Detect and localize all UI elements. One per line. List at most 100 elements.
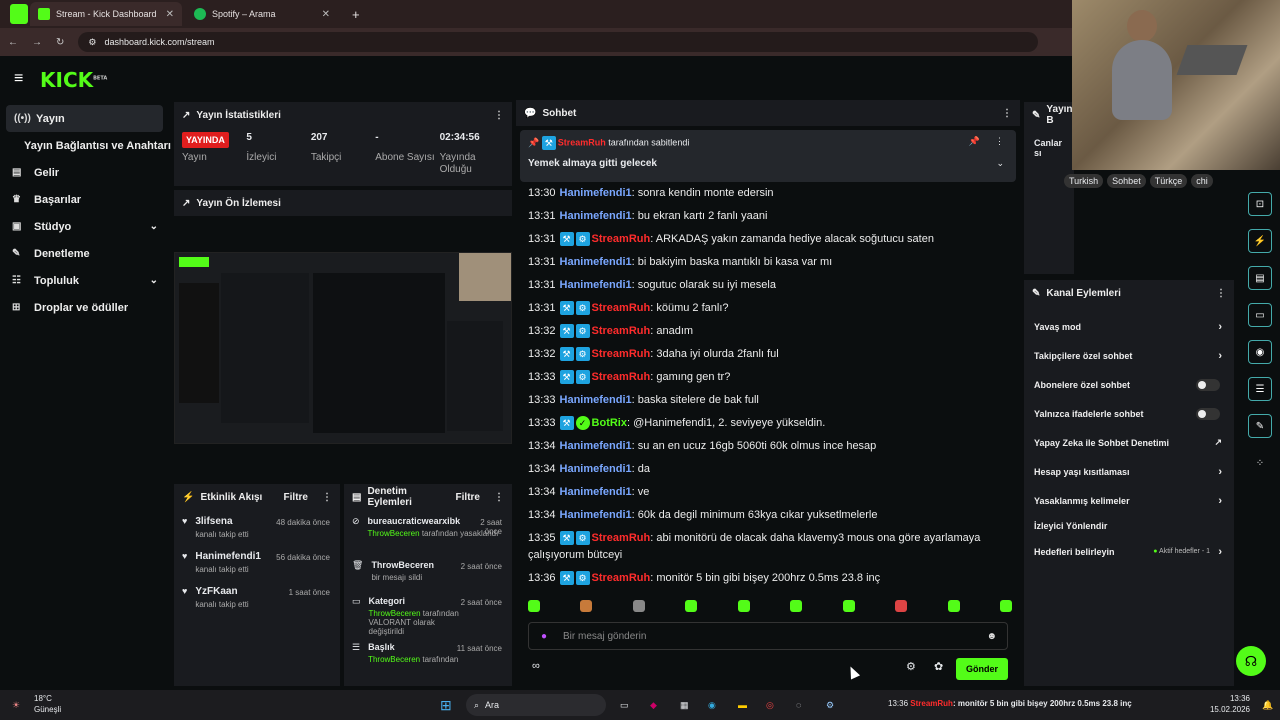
mod-actor[interactable]: ThrowBeceren [369, 609, 421, 618]
pin-action-icon[interactable]: 📌 [969, 136, 980, 147]
tag-chip[interactable]: Turkish [1064, 174, 1104, 188]
message-user[interactable]: StreamRuh [592, 348, 651, 360]
message-user[interactable]: StreamRuh [592, 233, 651, 245]
emoji-icon[interactable]: ☻ [986, 631, 997, 642]
store-icon[interactable]: ▦ [680, 700, 689, 711]
wrench-icon[interactable]: ✎ [1248, 414, 1272, 438]
task-view-icon[interactable]: ▭ [620, 700, 629, 711]
message-user[interactable]: StreamRuh [592, 371, 651, 383]
tag-chip[interactable]: Türkçe [1149, 174, 1188, 188]
pinned-by[interactable]: StreamRuh [558, 137, 606, 147]
taskbar-search[interactable]: ⌕ Ara [466, 694, 606, 716]
sidebar-item-gelir[interactable]: ▤ Gelir [0, 159, 172, 186]
message-user[interactable]: Hanimefendi1 [560, 279, 632, 291]
site-info-icon[interactable]: ⚙ [88, 37, 96, 48]
sidebar-item-basarilar[interactable]: ♛ Başarılar [0, 186, 172, 213]
message-user[interactable]: Hanimefendi1 [560, 463, 632, 475]
message-user[interactable]: Hanimefendi1 [560, 187, 632, 199]
more-options-icon[interactable]: ⋮ [322, 492, 332, 503]
stream-preview-video[interactable] [174, 252, 512, 444]
copilot-icon[interactable]: ◆ [650, 700, 657, 711]
mic-icon[interactable]: ● [541, 631, 547, 642]
steam-icon[interactable]: ⚙ [826, 700, 834, 711]
message-user[interactable]: StreamRuh [592, 325, 651, 337]
kick-logo[interactable]: KICKBETA [40, 68, 107, 92]
action-ai-moderation[interactable]: Yapay Zeka ile Sohbet Denetimi ↗ [1024, 428, 1234, 457]
action-goals[interactable]: Hedefleri belirleyin ● Aktif hedefler - 1… [1024, 537, 1234, 566]
chevron-down-icon[interactable]: ⌄ [996, 158, 1004, 169]
menu-icon[interactable]: ≡ [14, 70, 23, 88]
chat-settings-icon[interactable]: ∞ [532, 660, 540, 672]
tag-chip[interactable]: chi [1191, 174, 1213, 188]
broadcast-icon[interactable]: ◉ [1248, 340, 1272, 364]
message-user[interactable]: Hanimefendi1 [560, 486, 632, 498]
message-user[interactable]: Hanimefendi1 [560, 256, 632, 268]
more-options-icon[interactable]: ⋮ [995, 136, 1004, 147]
chrome-icon[interactable]: ◎ [766, 700, 774, 711]
emote-icon[interactable] [632, 600, 645, 612]
clock-date[interactable]: 15.02.2026 [1200, 705, 1250, 714]
action-followers-only[interactable]: Takipçilere özel sohbet › [1024, 341, 1234, 370]
new-tab-button[interactable]: + [344, 2, 364, 26]
message-user[interactable]: BotRix [592, 417, 627, 429]
message-user[interactable]: Hanimefendi1 [560, 440, 632, 452]
sidebar-item-studyo[interactable]: ▣ Stüdyo ⌄ [0, 213, 172, 240]
emote-icon[interactable] [685, 600, 698, 612]
edge-icon[interactable]: ◉ [708, 700, 716, 711]
weather-temp[interactable]: 18°C [34, 694, 52, 703]
more-options-icon[interactable]: ⋮ [494, 492, 504, 503]
clock-time[interactable]: 13:36 [1200, 694, 1250, 703]
message-user[interactable]: Hanimefendi1 [560, 394, 632, 406]
emote-icon[interactable] [580, 600, 593, 612]
feed-user[interactable]: YzFKaan [195, 586, 248, 597]
sidebar-item-denetleme[interactable]: ✎ Denetleme [0, 240, 172, 267]
send-button[interactable]: Gönder [955, 658, 1008, 680]
back-icon[interactable]: ← [8, 37, 18, 48]
sidebar-item-stream-key[interactable]: Yayın Bağlantısı ve Anahtarı [0, 132, 172, 159]
chat-input[interactable]: ● Bir mesaj gönderin ☻ [528, 622, 1008, 650]
notification-icon[interactable]: 🔔 [1262, 700, 1273, 711]
close-tab-icon[interactable]: ✕ [322, 9, 330, 20]
gift-icon[interactable]: ✿ [934, 660, 943, 673]
action-raid[interactable]: İzleyici Yönlendir [1024, 515, 1234, 537]
action-account-age[interactable]: Hesap yaşı kısıtlaması › [1024, 457, 1234, 486]
mod-actor[interactable]: ThrowBeceren [368, 529, 420, 538]
sidebar-item-droplar[interactable]: ⊞ Droplar ve ödüller [0, 294, 172, 321]
sidebar-item-yayin[interactable]: ((•)) Yayın [6, 105, 163, 132]
emote-icon[interactable] [737, 600, 750, 612]
gear-icon[interactable]: ⚙ [906, 660, 916, 673]
bolt-icon[interactable]: ⚡ [1248, 229, 1272, 253]
emote-icon[interactable] [528, 600, 540, 612]
action-banned-words[interactable]: Yasaklanmış kelimeler › [1024, 486, 1234, 515]
subs-only-toggle[interactable] [1196, 378, 1220, 391]
support-button[interactable]: ☊ [1236, 646, 1266, 676]
more-options-icon[interactable]: ⋮ [494, 110, 504, 121]
folder-icon[interactable]: ▬ [738, 700, 747, 710]
filter-button[interactable]: Filtre [456, 492, 480, 503]
clipboard-icon[interactable]: ▤ [1248, 266, 1272, 290]
tab-spotify[interactable]: Spotify – Arama ✕ [186, 2, 338, 26]
windows-start-icon[interactable]: ⊞ [440, 697, 452, 714]
emotes-only-toggle[interactable] [1196, 407, 1220, 420]
layout-icon[interactable]: ☰ [1248, 377, 1272, 401]
chat-icon[interactable]: ▭ [1248, 303, 1272, 327]
message-user[interactable]: StreamRuh [592, 302, 651, 314]
action-slow-mode[interactable]: Yavaş mod › [1024, 312, 1234, 341]
add-widget-icon[interactable]: ⁘ [1248, 451, 1272, 475]
forward-icon[interactable]: → [32, 37, 42, 48]
message-user[interactable]: Hanimefendi1 [560, 210, 632, 222]
message-user[interactable]: StreamRuh [592, 572, 651, 584]
message-user[interactable]: Hanimefendi1 [560, 509, 632, 521]
close-tab-icon[interactable]: ✕ [166, 9, 174, 20]
reload-icon[interactable]: ↻ [56, 37, 64, 48]
feed-user[interactable]: 3lifsena [195, 516, 248, 527]
url-field[interactable]: ⚙ dashboard.kick.com/stream [78, 32, 1039, 52]
emote-icon[interactable] [842, 600, 855, 612]
filter-button[interactable]: Filtre [284, 492, 308, 503]
emote-icon[interactable] [999, 600, 1012, 612]
mod-actor[interactable]: ThrowBeceren [368, 655, 420, 664]
feed-user[interactable]: Hanimefendi1 [195, 551, 261, 562]
tag-chip[interactable]: Sohbet [1107, 174, 1146, 188]
emote-icon[interactable] [790, 600, 803, 612]
emote-icon[interactable] [947, 600, 960, 612]
